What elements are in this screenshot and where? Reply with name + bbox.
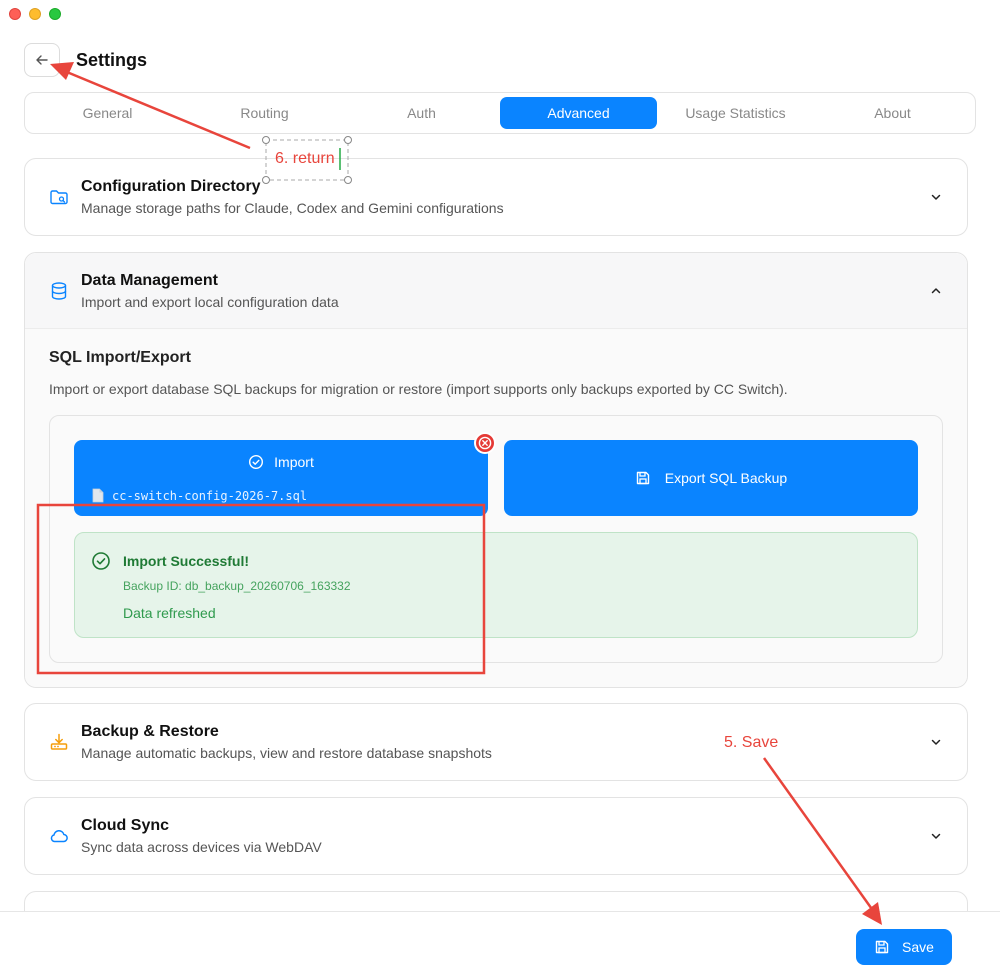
page-header: Settings [24,43,147,77]
chevron-down-icon[interactable] [929,735,943,749]
close-window-button[interactable] [9,8,21,20]
download-tray-icon [49,732,69,752]
tab-usage-statistics[interactable]: Usage Statistics [657,97,814,129]
backup-restore-header[interactable]: Backup & Restore Manage automatic backup… [25,704,967,780]
tab-auth[interactable]: Auth [343,97,500,129]
backup-id: Backup ID: db_backup_20260706_163332 [123,579,351,593]
cloud-sync-desc: Sync data across devices via WebDAV [81,839,322,855]
chevron-up-icon[interactable] [929,284,943,298]
save-button-label: Save [902,939,934,955]
config-directory-desc: Manage storage paths for Claude, Codex a… [81,200,504,216]
folder-search-icon [49,187,69,207]
back-button[interactable] [24,43,60,77]
save-annotation-label: 5. Save [724,734,779,751]
tab-routing[interactable]: Routing [186,97,343,129]
floppy-disk-icon [875,940,889,954]
tab-general[interactable]: General [29,97,186,129]
cloud-sync-header[interactable]: Cloud Sync Sync data across devices via … [25,798,967,874]
clear-file-button[interactable] [474,432,496,454]
config-directory-card: Configuration Directory Manage storage p… [24,158,968,236]
page-title: Settings [76,49,148,70]
data-management-card: Data Management Import and export local … [24,252,968,688]
cloud-icon [49,826,69,846]
sql-section-title: SQL Import/Export [49,349,191,366]
sql-section-desc: Import or export database SQL backups fo… [49,381,788,397]
cloud-sync-card: Cloud Sync Sync data across devices via … [24,797,968,875]
data-management-title: Data Management [81,271,218,289]
import-file-name: cc-switch-config-2026-7.sql [112,488,308,503]
chevron-down-icon[interactable] [929,829,943,843]
export-sql-button[interactable]: Export SQL Backup [504,440,918,516]
floppy-disk-icon [636,471,649,485]
zoom-window-button[interactable] [49,8,61,20]
data-management-header[interactable]: Data Management Import and export local … [25,253,967,329]
data-management-body: SQL Import/Export Import or export datab… [25,329,967,687]
config-directory-title: Configuration Directory [81,178,261,195]
close-circle-icon [478,436,492,450]
arrow-left-icon [36,55,48,65]
file-icon [92,488,104,503]
check-circle-icon [92,552,110,570]
data-refreshed-note: Data refreshed [123,605,216,621]
cloud-sync-title: Cloud Sync [81,817,170,834]
import-button[interactable]: Import cc-switch-config-2026-7.sql [74,432,496,516]
backup-restore-title: Backup & Restore [81,723,219,740]
import-success-alert: Import Successful! Backup ID: db_backup_… [74,532,918,638]
data-management-desc: Import and export local configuration da… [81,293,339,310]
save-button[interactable]: Save [856,929,952,965]
minimize-window-button[interactable] [29,8,41,20]
database-icon [49,281,69,301]
check-circle-icon [249,454,264,470]
backup-restore-desc: Manage automatic backups, view and resto… [81,745,492,761]
settings-tabs: General Routing Auth Advanced Usage Stat… [24,92,976,134]
config-directory-header[interactable]: Configuration Directory Manage storage p… [25,159,967,235]
chevron-down-icon[interactable] [929,190,943,204]
footer-bar: Save [0,911,1000,980]
export-button-label: Export SQL Backup [664,470,788,486]
window-controls [9,8,61,20]
tab-advanced[interactable]: Advanced [500,97,657,129]
sql-panel: Import cc-switch-config-2026-7.sql Expor… [49,415,943,663]
return-annotation-label: 6. return [275,150,335,167]
backup-restore-card: Backup & Restore Manage automatic backup… [24,703,968,781]
tab-about[interactable]: About [814,97,971,129]
import-button-label: Import [274,454,314,470]
success-title: Import Successful! [123,553,250,569]
